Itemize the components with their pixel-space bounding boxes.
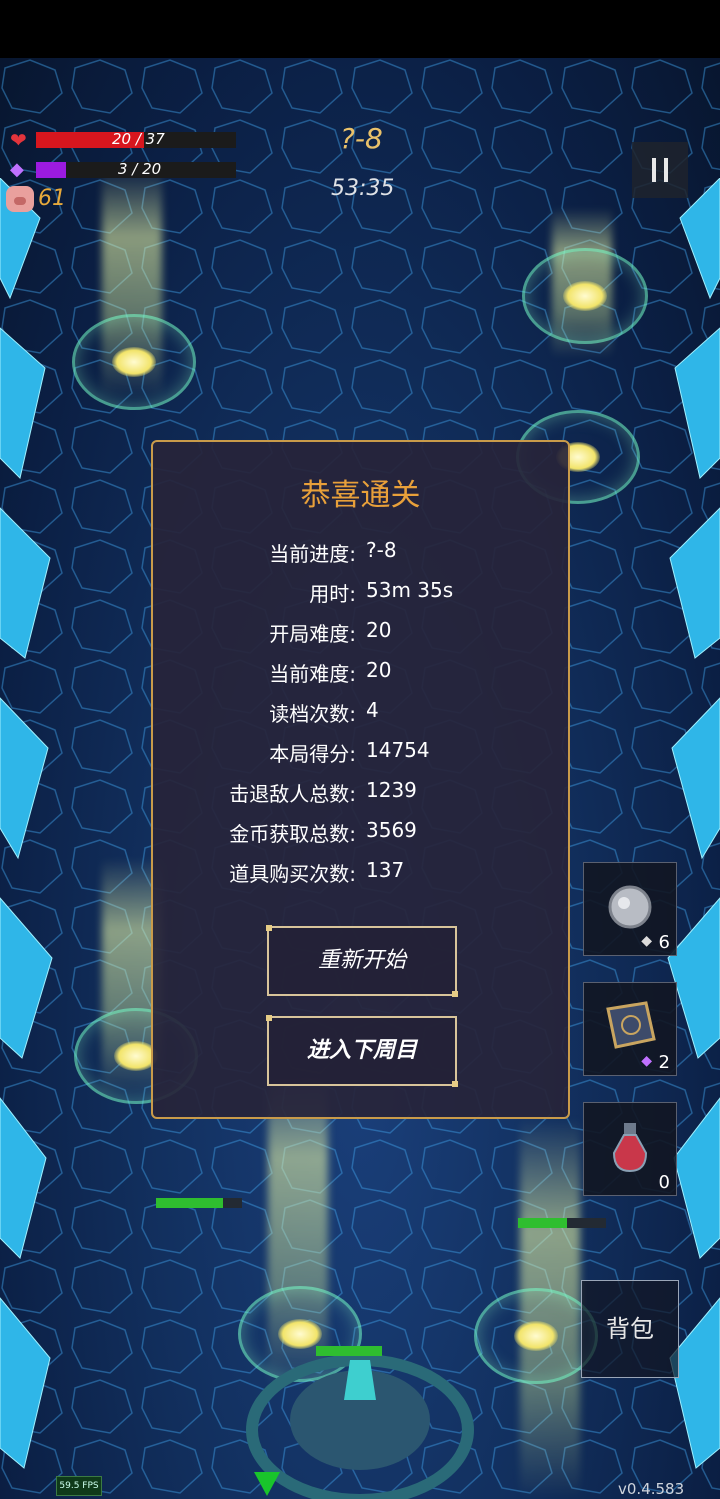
stat-row: 本局得分: 14754 (153, 738, 568, 774)
purple-diamond-icon: ◆ (641, 1053, 652, 1069)
stat-row: 当前难度: 20 (153, 658, 568, 694)
victory-dialog: 恭喜通关 当前进度: ?-8 用时: 53m 35s 开局难度: 20 当前难度: 20… (151, 440, 570, 1119)
stat-label: 道具购买次数: (229, 862, 356, 886)
pause-button[interactable] (632, 142, 688, 198)
stat-label: 用时: (309, 582, 356, 606)
health-text: 20 / 37 (112, 130, 165, 148)
status-bar (0, 0, 720, 58)
piggy-bank-icon (6, 186, 34, 212)
pause-icon (664, 158, 668, 182)
dialog-title: 恭喜通关 (300, 478, 421, 513)
stat-value: 14754 (366, 738, 430, 762)
item-slot-potion[interactable]: 0 (583, 1102, 677, 1196)
stat-label: 当前难度: (269, 662, 356, 686)
stat-value: ?-8 (366, 538, 397, 562)
restart-button[interactable]: 重新开始 (266, 925, 458, 997)
level-indicator: ?-8 (340, 122, 383, 155)
version-label: v0.4.583 (618, 1480, 685, 1498)
enemy-health-bar (518, 1218, 606, 1228)
stat-label: 金币获取总数: (229, 822, 356, 846)
enemy-health-bar (156, 1198, 242, 1208)
stat-row: 读档次数: 4 (153, 698, 568, 734)
rune-circle (72, 314, 196, 410)
heart-icon: ❤ (10, 128, 27, 152)
stat-label: 本局得分: (269, 742, 356, 766)
stat-value: 53m 35s (366, 578, 454, 602)
item-slot-relic[interactable]: ◆ 6 (583, 862, 677, 956)
item-count: 0 (658, 1172, 670, 1193)
stat-row: 道具购买次数: 137 (153, 858, 568, 894)
stat-value: 4 (366, 698, 379, 722)
next-cycle-button[interactable]: 进入下周目 (266, 1015, 458, 1087)
stat-row: 金币获取总数: 3569 (153, 818, 568, 854)
stat-value: 3569 (366, 818, 417, 842)
diamond-icon: ◆ (641, 933, 652, 949)
stat-row: 用时: 53m 35s (153, 578, 568, 614)
stat-row: 当前进度: ?-8 (153, 538, 568, 574)
backpack-button[interactable]: 背包 (581, 1280, 679, 1378)
direction-arrow-icon (254, 1472, 280, 1496)
pause-icon (652, 158, 656, 182)
stat-value: 20 (366, 658, 392, 682)
stat-label: 当前进度: (269, 542, 356, 566)
stat-value: 20 (366, 618, 392, 642)
stat-label: 开局难度: (269, 622, 356, 646)
stat-value: 137 (366, 858, 405, 882)
item-count: 2 (658, 1052, 670, 1073)
stat-value: 1239 (366, 778, 417, 802)
item-count: 6 (658, 932, 670, 953)
game-timer: 53:35 (331, 176, 395, 201)
rune-circle (522, 248, 648, 344)
crystal-wall-left (0, 178, 53, 1469)
rune-circle (474, 1288, 598, 1384)
mana-bar-fill (36, 162, 66, 178)
stat-label: 击退敌人总数: (229, 782, 356, 806)
stat-label: 读档次数: (269, 702, 356, 726)
stat-row: 开局难度: 20 (153, 618, 568, 654)
stat-row: 击退敌人总数: 1239 (153, 778, 568, 814)
item-slot-box[interactable]: ◆ 2 (583, 982, 677, 1076)
fps-counter: 59.5 FPS (56, 1476, 102, 1496)
mana-gem-icon: ◆ (10, 159, 24, 180)
coin-count: 61 (38, 186, 66, 211)
player-health-bar (316, 1346, 382, 1356)
mana-text: 3 / 20 (118, 160, 162, 178)
